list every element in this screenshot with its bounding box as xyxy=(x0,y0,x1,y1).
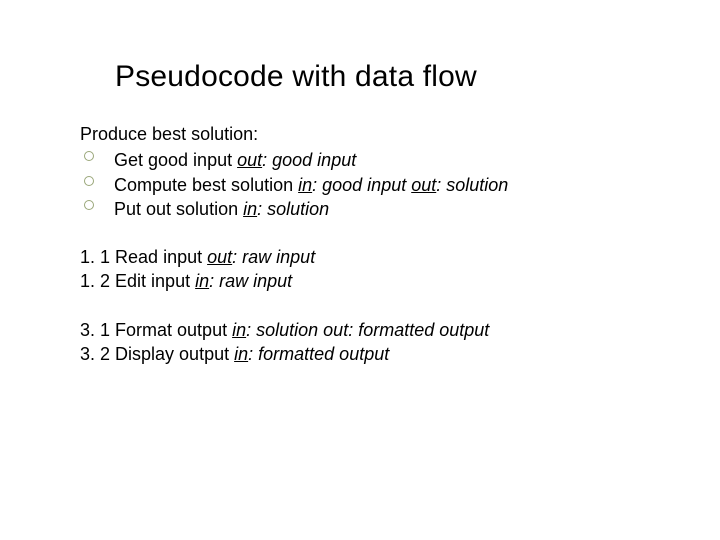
list-item: Put out solution in: solution xyxy=(80,197,640,221)
bullet-value: good input xyxy=(317,175,411,195)
line-number: 1. 2 xyxy=(80,271,115,291)
bullet-icon xyxy=(84,176,94,186)
numbered-block-3: 3. 1 Format output in: solution out: for… xyxy=(80,318,640,367)
keyword-in: in xyxy=(195,271,209,291)
keyword-out: out xyxy=(207,247,232,267)
slide-title: Pseudocode with data flow xyxy=(115,60,640,94)
bullet-list: Get good input out: good input Compute b… xyxy=(80,148,640,221)
keyword-in: in xyxy=(298,175,312,195)
bullet-icon xyxy=(84,151,94,161)
numbered-block-1: 1. 1 Read input out: raw input 1. 2 Edit… xyxy=(80,245,640,294)
keyword-in: in xyxy=(243,199,257,219)
line-value: raw input xyxy=(214,271,292,291)
numbered-line: 3. 2 Display output in: formatted output xyxy=(80,342,640,366)
line-number: 1. 1 xyxy=(80,247,115,267)
keyword-out: out xyxy=(237,150,262,170)
line-value: solution out: formatted output xyxy=(251,320,489,340)
line-name: Edit input xyxy=(115,271,195,291)
line-number: 3. 1 xyxy=(80,320,115,340)
bullet-value: solution xyxy=(441,175,508,195)
list-item: Compute best solution in: good input out… xyxy=(80,173,640,197)
line-name: Read input xyxy=(115,247,207,267)
keyword-out: out xyxy=(411,175,436,195)
line-value: formatted output xyxy=(253,344,389,364)
slide-body: Produce best solution: Get good input ou… xyxy=(80,122,640,366)
bullet-prefix: Put out solution xyxy=(114,199,243,219)
bullet-prefix: Compute best solution xyxy=(114,175,298,195)
numbered-line: 3. 1 Format output in: solution out: for… xyxy=(80,318,640,342)
line-number: 3. 2 xyxy=(80,344,115,364)
line-name: Format output xyxy=(115,320,232,340)
list-item: Get good input out: good input xyxy=(80,148,640,172)
bullet-icon xyxy=(84,200,94,210)
intro-line: Produce best solution: xyxy=(80,122,640,146)
bullet-value: good input xyxy=(267,150,356,170)
keyword-in: in xyxy=(232,320,246,340)
bullet-value: solution xyxy=(262,199,329,219)
line-name: Display output xyxy=(115,344,234,364)
bullet-prefix: Get good input xyxy=(114,150,237,170)
line-value: raw input xyxy=(237,247,315,267)
numbered-line: 1. 2 Edit input in: raw input xyxy=(80,269,640,293)
numbered-line: 1. 1 Read input out: raw input xyxy=(80,245,640,269)
slide: Pseudocode with data flow Produce best s… xyxy=(0,0,720,540)
keyword-in: in xyxy=(234,344,248,364)
